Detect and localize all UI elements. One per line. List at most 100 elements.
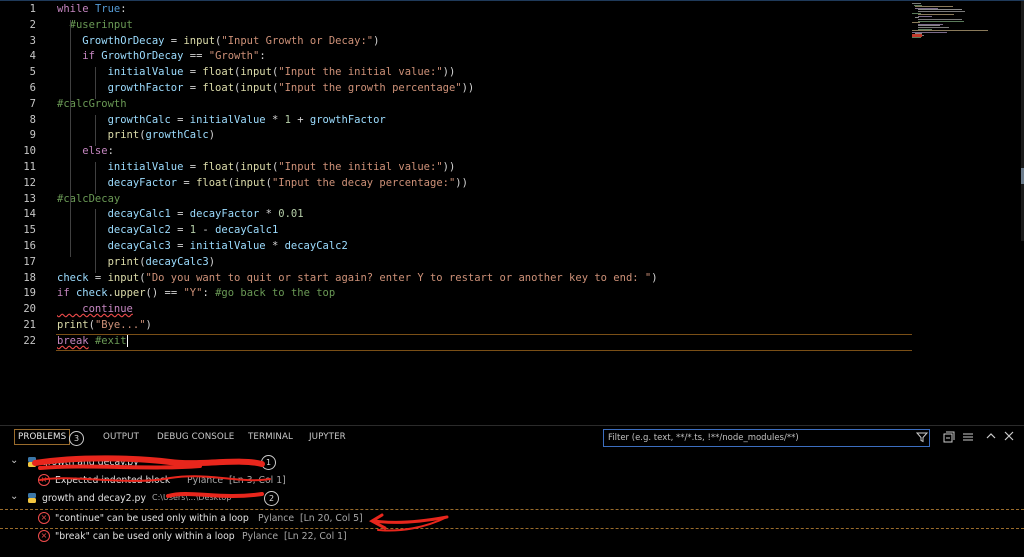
problem-file-name: growth and decay.py <box>42 457 139 468</box>
code-line[interactable]: #userinput <box>57 18 133 34</box>
code-token: while <box>57 3 89 15</box>
code-line[interactable]: decayCalc3 = initialValue * decayCalc2 <box>57 239 348 255</box>
code-token: * <box>265 113 285 126</box>
view-as-list-icon[interactable] <box>962 431 974 446</box>
code-line[interactable]: growthFactor = float(input("Input the gr… <box>57 81 475 97</box>
code-line[interactable]: print("Bye...") <box>57 318 152 334</box>
code-line[interactable]: if GrowthOrDecay == "Growth": <box>57 49 265 65</box>
code-token: ) <box>651 271 658 284</box>
problem-file-group[interactable]: ⌄ growth and decay.py 1 <box>0 454 1024 472</box>
code-token: * <box>265 240 285 252</box>
chevron-up-icon[interactable] <box>985 430 997 445</box>
code-token: "Y" <box>183 287 203 300</box>
code-line[interactable]: continue <box>57 302 133 318</box>
code-line[interactable]: initialValue = float(input("Input the in… <box>57 65 456 81</box>
problem-source: Pylance <box>242 531 279 542</box>
code-token: ) <box>145 319 152 331</box>
code-token: = <box>164 34 184 47</box>
error-icon: × <box>38 474 50 486</box>
collapse-all-icon[interactable] <box>943 431 955 446</box>
code-token: "Input the growth percentage" <box>278 82 462 94</box>
minimap[interactable] <box>912 3 1022 39</box>
line-number: 13 <box>23 192 36 205</box>
problems-filter-input[interactable]: Filter (e.g. text, **/*.ts, !**/node_mod… <box>603 429 930 447</box>
code-line[interactable]: #calcGrowth <box>57 97 127 113</box>
code-token: decayFactor <box>57 176 178 189</box>
code-line[interactable]: decayCalc2 = 1 - decayCalc1 <box>57 223 279 239</box>
code-token: print <box>57 319 89 331</box>
code-token: True <box>94 3 121 15</box>
problem-message: "break" can be used only within a loop <box>55 531 235 542</box>
code-token: : <box>202 287 216 300</box>
code-token: = <box>170 208 190 221</box>
line-number: 20 <box>23 303 36 316</box>
problem-item[interactable]: × "break" can be used only within a loop… <box>0 528 1024 546</box>
tab-problems[interactable]: PROBLEMS <box>14 429 71 445</box>
tab-output[interactable]: OUTPUT <box>103 432 139 442</box>
code-line[interactable]: GrowthOrDecay = input("Input Growth or D… <box>57 34 379 50</box>
code-token: initialValue <box>57 161 184 173</box>
line-number: 15 <box>23 224 36 237</box>
code-token: GrowthOrDecay <box>57 34 165 47</box>
code-token: - <box>196 224 216 237</box>
code-token: input <box>107 271 140 284</box>
problem-file-group[interactable]: ⌄ growth and decay2.py C:\Users\...\Desk… <box>0 490 1024 508</box>
code-token: #calcDecay <box>57 192 121 205</box>
tab-debug-console[interactable]: DEBUG CONSOLE <box>157 432 234 442</box>
code-token: "Input the initial value:" <box>278 66 443 79</box>
code-line[interactable]: growthCalc = initialValue * 1 + growthFa… <box>57 113 386 129</box>
code-token: continue <box>57 303 133 316</box>
problem-item[interactable]: × "continue" can be used only within a l… <box>0 509 1024 529</box>
code-token: decayFactor <box>189 208 260 221</box>
problem-item[interactable]: × Expected indented block Pylance [Ln 3,… <box>0 472 1024 490</box>
code-token: if <box>57 287 70 300</box>
code-token: : <box>120 3 127 15</box>
code-line[interactable]: #calcDecay <box>57 192 120 208</box>
line-number: 10 <box>23 145 36 158</box>
line-number: 16 <box>23 240 36 252</box>
code-token: input <box>240 161 272 173</box>
code-token: input <box>240 82 272 94</box>
filter-icon[interactable] <box>915 431 929 446</box>
problem-location: [Ln 20, Col 5] <box>300 513 363 524</box>
code-line[interactable]: while True: <box>57 2 127 18</box>
tab-jupyter[interactable]: JUPYTER <box>309 432 346 442</box>
line-number: 22 <box>23 334 36 347</box>
bottom-panel: PROBLEMS 3 OUTPUT DEBUG CONSOLE TERMINAL… <box>0 425 1024 557</box>
code-token: input <box>240 66 272 79</box>
code-token: )) <box>455 176 468 189</box>
minimap-error-marker <box>912 34 922 37</box>
problem-message: Expected indented block <box>55 475 171 486</box>
code-line[interactable]: initialValue = float(input("Input the in… <box>57 160 456 176</box>
code-line[interactable]: else: <box>57 144 114 160</box>
code-token: else <box>57 145 108 158</box>
code-token: = <box>170 113 190 126</box>
indent-guide <box>94 114 96 147</box>
close-icon[interactable] <box>1003 430 1015 445</box>
code-token: growthFactor <box>57 82 184 94</box>
code-token: decayCalc3 <box>57 240 171 252</box>
problems-count-badge: 3 <box>69 431 84 446</box>
code-editor[interactable]: 1 2 3 4 5 6 7 8 9 10 11 12 13 14 15 16 17 18 19 20 21 22 whil… <box>0 0 1024 425</box>
code-line[interactable]: check = input("Do you want to quit or st… <box>57 271 658 287</box>
code-line[interactable]: if check.upper() == "Y": #go back to the… <box>57 286 335 302</box>
code-token: float <box>202 161 235 173</box>
code-token: growthCalc <box>57 113 171 126</box>
line-number: 8 <box>29 113 36 126</box>
chevron-down-icon[interactable]: ⌄ <box>10 491 18 502</box>
code-line[interactable]: print(growthCalc) <box>57 128 216 144</box>
problem-message: "continue" can be used only within a loo… <box>55 513 249 524</box>
tab-terminal[interactable]: TERMINAL <box>248 432 293 442</box>
code-token: decayCalc1 <box>57 208 171 221</box>
code-token: "Input the decay percentage:" <box>271 176 456 189</box>
code-token: = <box>170 240 190 252</box>
error-icon: × <box>38 530 50 542</box>
code-line[interactable]: decayFactor = float(input("Input the dec… <box>57 176 468 192</box>
code-token: "Bye..." <box>94 319 146 331</box>
code-token: print <box>57 255 140 268</box>
problem-count-badge: 1 <box>261 455 276 470</box>
code-line[interactable]: print(decayCalc3) <box>57 255 216 271</box>
code-token: ) <box>208 255 216 268</box>
code-token: 0.01 <box>278 208 304 221</box>
chevron-down-icon[interactable]: ⌄ <box>10 455 18 466</box>
